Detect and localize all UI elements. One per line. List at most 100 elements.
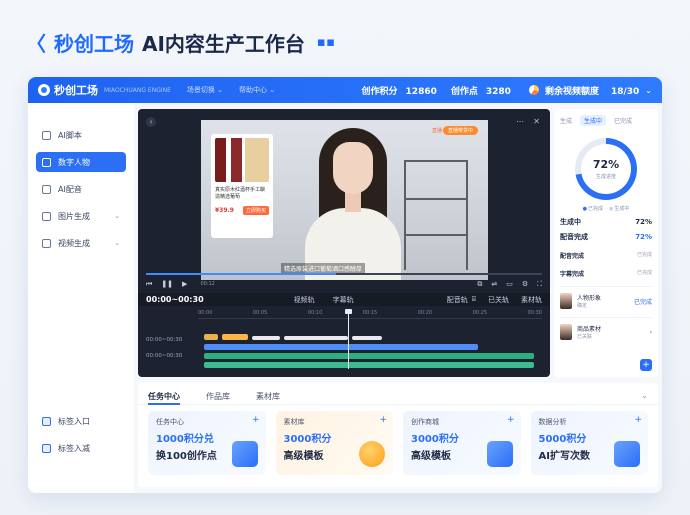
task-center: 任务中心 作品库 素材库 ⌄ 任务中心 1000积分兑 换100创作点 + 素材… xyxy=(138,383,658,487)
track-clip[interactable] xyxy=(284,336,348,340)
sidebar-item-image-gen[interactable]: 图片生成 ⌄ xyxy=(36,206,126,226)
quota-icon xyxy=(528,85,539,95)
track-clip[interactable] xyxy=(204,344,478,350)
sidebar-item-ai-script[interactable]: AI脚本 xyxy=(36,125,126,145)
sidebar-item-label: AI脚本 xyxy=(58,130,82,140)
task-card-task-center[interactable]: 任务中心 1000积分兑 换100创作点 + xyxy=(148,411,266,475)
timeline-range: 00:00~00:30 xyxy=(146,295,204,304)
avatar xyxy=(560,293,572,309)
track-clip[interactable] xyxy=(204,353,534,359)
avatar xyxy=(560,324,572,340)
player-controls: ⏮ ❚❚ ▶ 00:12 ⧉ ⇌ ▭ ⚙ ⛶ xyxy=(146,277,542,291)
chevron-left-icon: 〈 xyxy=(26,32,46,56)
track-clip[interactable] xyxy=(204,334,218,340)
plus-icon[interactable]: + xyxy=(252,415,260,425)
tab-material-track[interactable]: 素材轨 xyxy=(521,295,542,305)
tab-voice-track[interactable]: 配音轨 xyxy=(447,295,468,305)
sidebar-item-digital-human[interactable]: 数字人物 xyxy=(36,152,126,172)
subtitle-icon[interactable]: ▭ xyxy=(506,280,513,288)
crop-icon[interactable]: ⧉ xyxy=(477,280,482,289)
track-clip[interactable] xyxy=(352,336,382,340)
tab-materials[interactable]: 素材库 xyxy=(256,391,280,404)
track-label: 00:00~00:30 xyxy=(146,337,183,343)
progress-label: 生成进度 xyxy=(595,174,616,180)
play-icon[interactable]: ▶ xyxy=(182,280,187,288)
track-clip[interactable] xyxy=(252,336,280,340)
back-icon[interactable]: ‹ xyxy=(146,117,156,127)
video-quota[interactable]: 剩余视频额度 18/30 xyxy=(545,84,639,97)
pause-icon[interactable]: ❚❚ xyxy=(161,280,173,288)
logo-subtitle: MIAOCHUANG ENGINE xyxy=(104,86,171,94)
sidebar-item-ai-voice[interactable]: AI配音 xyxy=(36,179,126,199)
asset-action[interactable]: 已完成 xyxy=(634,297,652,306)
live-label: 直播 xyxy=(431,128,442,134)
filter-icon[interactable]: ⌸ xyxy=(472,295,476,304)
background-shelf xyxy=(404,160,468,270)
voice-icon xyxy=(42,184,51,194)
buy-button[interactable]: 立即购买 xyxy=(242,206,269,215)
app-window: 秒创工场 MIAOCHUANG ENGINE 场景切换 ⌄ 帮助中心 ⌄ 创作积… xyxy=(28,77,662,493)
logo-icon xyxy=(38,84,50,96)
task-card-analytics[interactable]: 数据分析 5000积分 AI扩写次数 + xyxy=(530,411,648,475)
app-logo[interactable]: 秒创工场 xyxy=(38,82,98,98)
timeline-ruler: 00:00 00:05 00:10 00:15 00:20 00:25 00:30 xyxy=(198,310,542,316)
chevron-down-icon[interactable]: ⌄ xyxy=(641,391,648,404)
video-icon xyxy=(42,238,51,248)
sidebar-item-label: 标签入口 xyxy=(58,416,90,426)
tag-icon xyxy=(42,416,51,426)
track-clip[interactable] xyxy=(204,362,534,368)
tab-subtitle-track[interactable]: 字幕轨 xyxy=(333,295,354,305)
digital-human-avatar xyxy=(305,128,401,280)
ring-legend: 已完成 生成中 xyxy=(560,205,652,212)
plus-icon[interactable]: + xyxy=(634,415,642,425)
menu-help-center[interactable]: 帮助中心 ⌄ xyxy=(239,85,275,95)
task-card-shop[interactable]: 创作商城 3000积分 高级模板 + xyxy=(403,411,521,475)
playback-progress[interactable] xyxy=(146,273,542,275)
dots-icon: ▪ ▪ xyxy=(316,35,335,50)
more-icon[interactable]: ⋯ xyxy=(516,117,524,126)
product-card[interactable]: 真实原木红酒杯手工酿造精选葡萄 ¥39.9 立即购买 xyxy=(211,134,273,238)
menu-scene-switch[interactable]: 场景切换 ⌄ xyxy=(187,85,223,95)
top-bar: 秒创工场 MIAOCHUANG ENGINE 场景切换 ⌄ 帮助中心 ⌄ 创作积… xyxy=(28,77,662,103)
tab-done[interactable]: 已完成 xyxy=(614,116,632,125)
settings-icon[interactable]: ⚙ xyxy=(522,280,528,288)
sidebar-item-tag-reduce[interactable]: 标签入减 xyxy=(36,438,126,458)
hero-title: 〈 秒创工场 AI内容生产工作台 ▪ ▪ xyxy=(26,28,335,57)
product-image xyxy=(215,138,269,182)
live-badge: 直播带货中 xyxy=(442,126,478,135)
fullscreen-icon[interactable]: ⛶ xyxy=(537,280,542,289)
hero-title-text: AI内容生产工作台 xyxy=(142,32,305,56)
plus-icon[interactable]: + xyxy=(379,415,387,425)
tab-video-track[interactable]: 视频轨 xyxy=(294,295,315,305)
tab-task-center[interactable]: 任务中心 xyxy=(148,391,180,405)
close-icon[interactable]: ✕ xyxy=(533,117,540,126)
tab-generating[interactable]: 生成中 xyxy=(580,115,607,126)
product-price: ¥39.9 xyxy=(215,207,234,214)
skip-back-icon[interactable]: ⏮ xyxy=(146,280,152,289)
stat-points: 创作点 3280 xyxy=(450,86,511,97)
tab-generate[interactable]: 生成 xyxy=(560,116,572,125)
shield-icon xyxy=(42,443,51,453)
timeline-playhead[interactable] xyxy=(345,309,352,369)
stat-credits: 创作积分 12860 xyxy=(361,86,437,97)
panel-tabs: 生成 生成中 已完成 xyxy=(560,115,652,126)
task-cards: 任务中心 1000积分兑 换100创作点 + 素材库 3000积分 高级模板 +… xyxy=(138,405,658,481)
sidebar-item-tag-entry[interactable]: 标签入口 xyxy=(36,411,126,431)
chevron-down-icon: ⌄ xyxy=(114,212,120,220)
chevron-right-icon[interactable]: › xyxy=(650,329,652,336)
add-button[interactable]: + xyxy=(640,359,652,371)
tab-works[interactable]: 作品库 xyxy=(206,391,230,404)
player-time: 00:12 xyxy=(200,281,215,287)
sidebar-item-label: 视频生成 xyxy=(58,238,90,248)
video-preview[interactable]: 真实原木红酒杯手工酿造精选葡萄 ¥39.9 立即购买 直播 直播带货中 精选原装… xyxy=(201,120,488,280)
chevron-down-icon[interactable]: ⌄ xyxy=(645,86,652,95)
task-card-materials[interactable]: 素材库 3000积分 高级模板 + xyxy=(275,411,393,475)
plus-icon[interactable]: + xyxy=(507,415,515,425)
document-icon xyxy=(614,441,640,467)
track-clip[interactable] xyxy=(222,334,248,340)
asset-card[interactable]: 商品素材 已关联 › xyxy=(560,317,652,340)
sidebar-item-video-gen[interactable]: 视频生成 ⌄ xyxy=(36,233,126,253)
split-icon[interactable]: ⇌ xyxy=(491,280,497,288)
tab-closed-track[interactable]: 已关轨 xyxy=(488,295,509,305)
asset-card[interactable]: 人物形象 确定 已完成 xyxy=(560,286,652,309)
